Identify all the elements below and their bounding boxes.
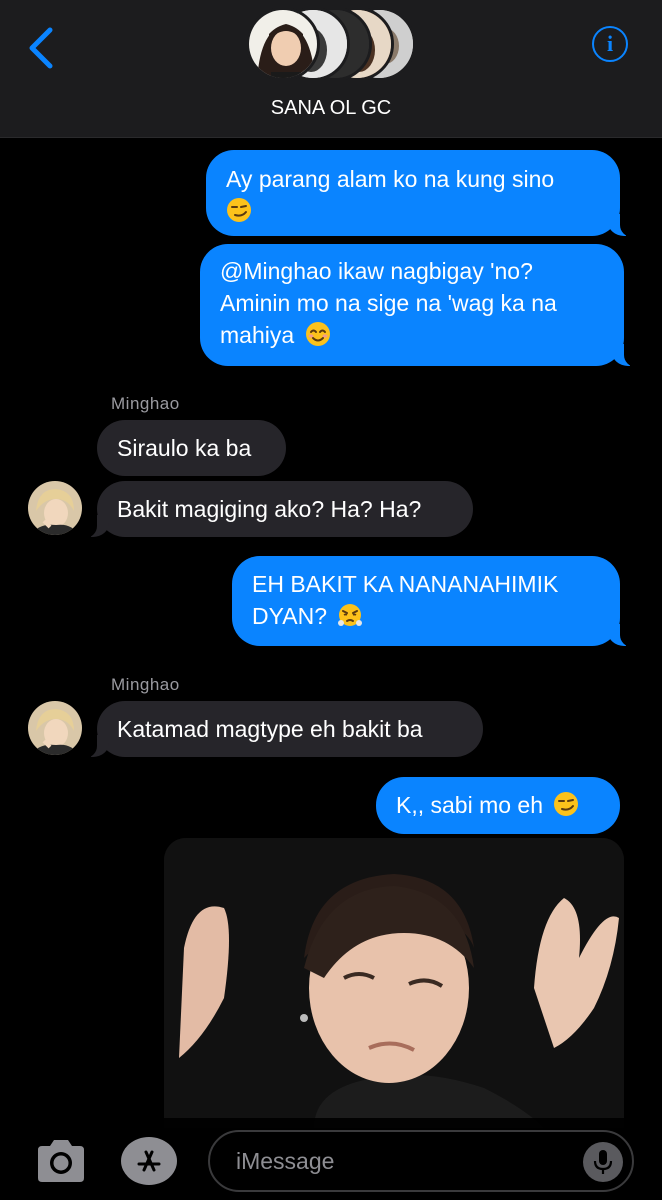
outgoing-message[interactable]: EH BAKIT KA NANANAHIMIK DYAN? — [232, 556, 634, 647]
incoming-message[interactable]: Bakit magiging ako? Ha? Ha? — [83, 481, 473, 538]
smirking-face-icon — [227, 198, 251, 222]
message-line: EH BAKIT KA NANANAHIMIK — [252, 571, 559, 597]
message-input[interactable] — [208, 1130, 634, 1192]
app-store-icon — [137, 1150, 161, 1172]
gif-preview-image — [164, 838, 624, 1128]
incoming-message[interactable]: Katamad magtype eh bakit ba — [83, 701, 483, 758]
message-line: Aminin mo na sige na 'wag ka na — [220, 290, 557, 316]
back-button[interactable] — [22, 24, 62, 72]
smirking-face-icon — [554, 792, 579, 816]
outgoing-message[interactable]: Ay parang alam ko na kung sino — [206, 150, 634, 237]
sender-avatar[interactable] — [28, 701, 82, 755]
smiling-face-icon — [305, 322, 330, 346]
compose-bar — [0, 1118, 662, 1200]
message-text: Ay parang alam ko na kung sino — [226, 166, 555, 192]
incoming-message[interactable]: Siraulo ka ba — [97, 420, 286, 476]
camera-icon — [38, 1140, 84, 1182]
member-avatar — [246, 7, 320, 81]
face-with-steam-icon — [338, 604, 363, 626]
chevron-left-icon — [29, 27, 53, 69]
message-text: K,, sabi mo eh — [396, 792, 544, 818]
microphone-button[interactable] — [583, 1142, 623, 1182]
sender-name: Minghao — [111, 675, 180, 694]
message-line: DYAN? — [252, 603, 327, 629]
group-name[interactable]: SANA OL GC — [0, 97, 662, 120]
outgoing-message[interactable]: @Minghao ikaw nagbigay 'no? Aminin mo na… — [200, 244, 638, 367]
info-button[interactable]: i — [592, 26, 628, 62]
outgoing-message[interactable]: K,, sabi mo eh — [376, 777, 620, 834]
message-text: Bakit magiging ako? Ha? Ha? — [117, 496, 422, 522]
message-line: mahiya — [220, 322, 295, 348]
image-attachment[interactable] — [164, 838, 624, 1128]
conversation-header: SANA OL GC i — [0, 0, 662, 138]
app-store-button[interactable] — [121, 1137, 177, 1185]
info-circle-icon: i — [606, 31, 614, 56]
group-avatar-stack[interactable] — [246, 7, 416, 83]
message-line: @Minghao ikaw nagbigay 'no? — [220, 258, 533, 284]
sender-name: Minghao — [111, 394, 180, 413]
message-text: Katamad magtype eh bakit ba — [117, 716, 423, 742]
sender-avatar[interactable] — [28, 481, 82, 535]
message-text: Siraulo ka ba — [117, 435, 252, 461]
microphone-icon — [593, 1150, 613, 1174]
camera-button[interactable] — [34, 1138, 88, 1184]
